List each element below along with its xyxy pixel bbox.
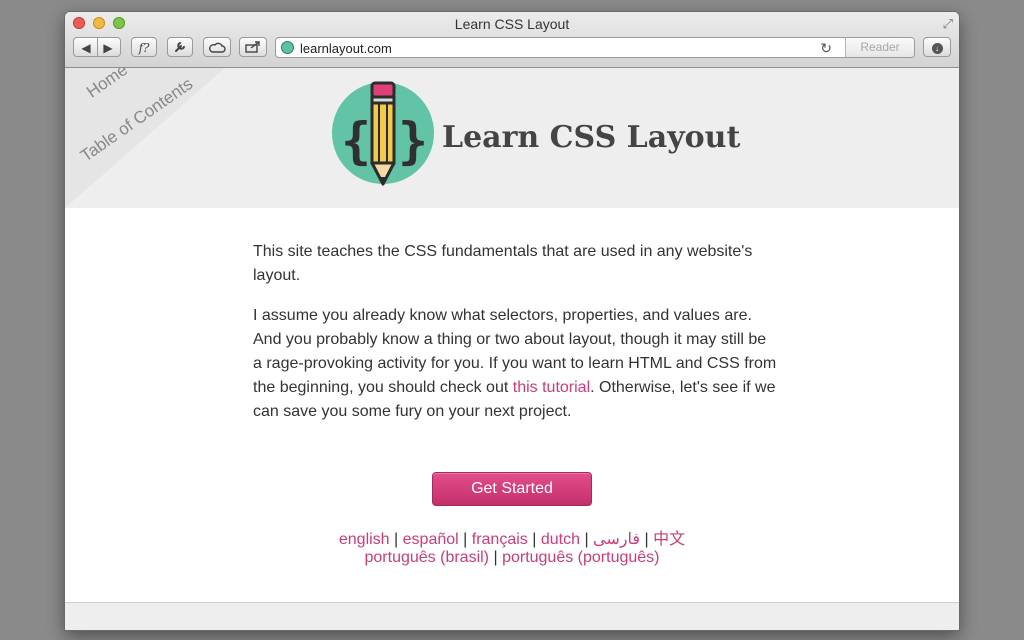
lang-farsi-link[interactable]: فارسی	[593, 531, 640, 548]
site-footer	[65, 602, 959, 630]
pencil-icon	[370, 81, 396, 186]
tools-button[interactable]	[167, 37, 193, 57]
nav-button-group: ◀ ▶	[73, 37, 121, 57]
fullscreen-icon[interactable]: ⤢	[943, 16, 953, 32]
share-icon	[245, 41, 260, 53]
language-list-row-1: english | español | français | dutch | ف…	[65, 525, 959, 549]
script-button[interactable]: f?	[131, 37, 157, 57]
lang-francais-link[interactable]: français	[472, 531, 528, 548]
url-text: learnlayout.com	[300, 41, 392, 56]
lang-espanol-link[interactable]: español	[403, 531, 459, 548]
lang-chinese-link[interactable]: 中文	[653, 531, 685, 548]
separator: |	[394, 531, 399, 548]
browser-window: Learn CSS Layout ⤢ ◀ ▶ f? learnlayout.com…	[65, 12, 959, 630]
downloads-button[interactable]: ↓	[923, 37, 951, 57]
home-link[interactable]: Home	[83, 68, 132, 102]
separator: |	[493, 549, 498, 566]
window-title: Learn CSS Layout	[454, 16, 570, 32]
forward-button[interactable]: ▶	[97, 38, 119, 58]
separator: |	[463, 531, 468, 548]
separator: |	[644, 531, 649, 548]
corner-nav: Home Table of Contents	[65, 68, 265, 208]
title-bar: Learn CSS Layout ⤢ ◀ ▶ f? learnlayout.com…	[65, 12, 959, 68]
site-title: Learn CSS Layout	[442, 120, 741, 155]
lang-portugues-portugues-link[interactable]: português (português)	[502, 549, 659, 566]
intro-content: This site teaches the CSS fundamentals t…	[253, 240, 778, 440]
address-bar[interactable]: learnlayout.com ↻ Reader	[275, 37, 915, 58]
back-button[interactable]: ◀	[75, 38, 97, 58]
intro-paragraph-2: I assume you already know what selectors…	[253, 304, 778, 424]
right-brace-icon: }	[398, 112, 429, 170]
language-list-row-2: português (brasil) | português (portuguê…	[65, 549, 959, 567]
reader-button[interactable]: Reader	[845, 38, 914, 57]
lang-portugues-brasil-link[interactable]: português (brasil)	[365, 549, 490, 566]
icloud-button[interactable]	[203, 37, 231, 57]
wrench-icon	[175, 42, 185, 52]
separator: |	[584, 531, 589, 548]
reload-icon[interactable]: ↻	[820, 40, 832, 57]
separator: |	[532, 531, 537, 548]
cloud-icon	[209, 42, 226, 53]
lang-dutch-link[interactable]: dutch	[541, 531, 580, 548]
intro-paragraph-1: This site teaches the CSS fundamentals t…	[253, 243, 753, 284]
get-started-button[interactable]: Get Started	[432, 472, 592, 506]
site-favicon-icon	[281, 41, 294, 54]
download-icon: ↓	[931, 43, 943, 55]
lang-english-link[interactable]: english	[339, 531, 390, 548]
share-button[interactable]	[239, 37, 267, 57]
tutorial-link[interactable]: this tutorial	[513, 379, 590, 396]
